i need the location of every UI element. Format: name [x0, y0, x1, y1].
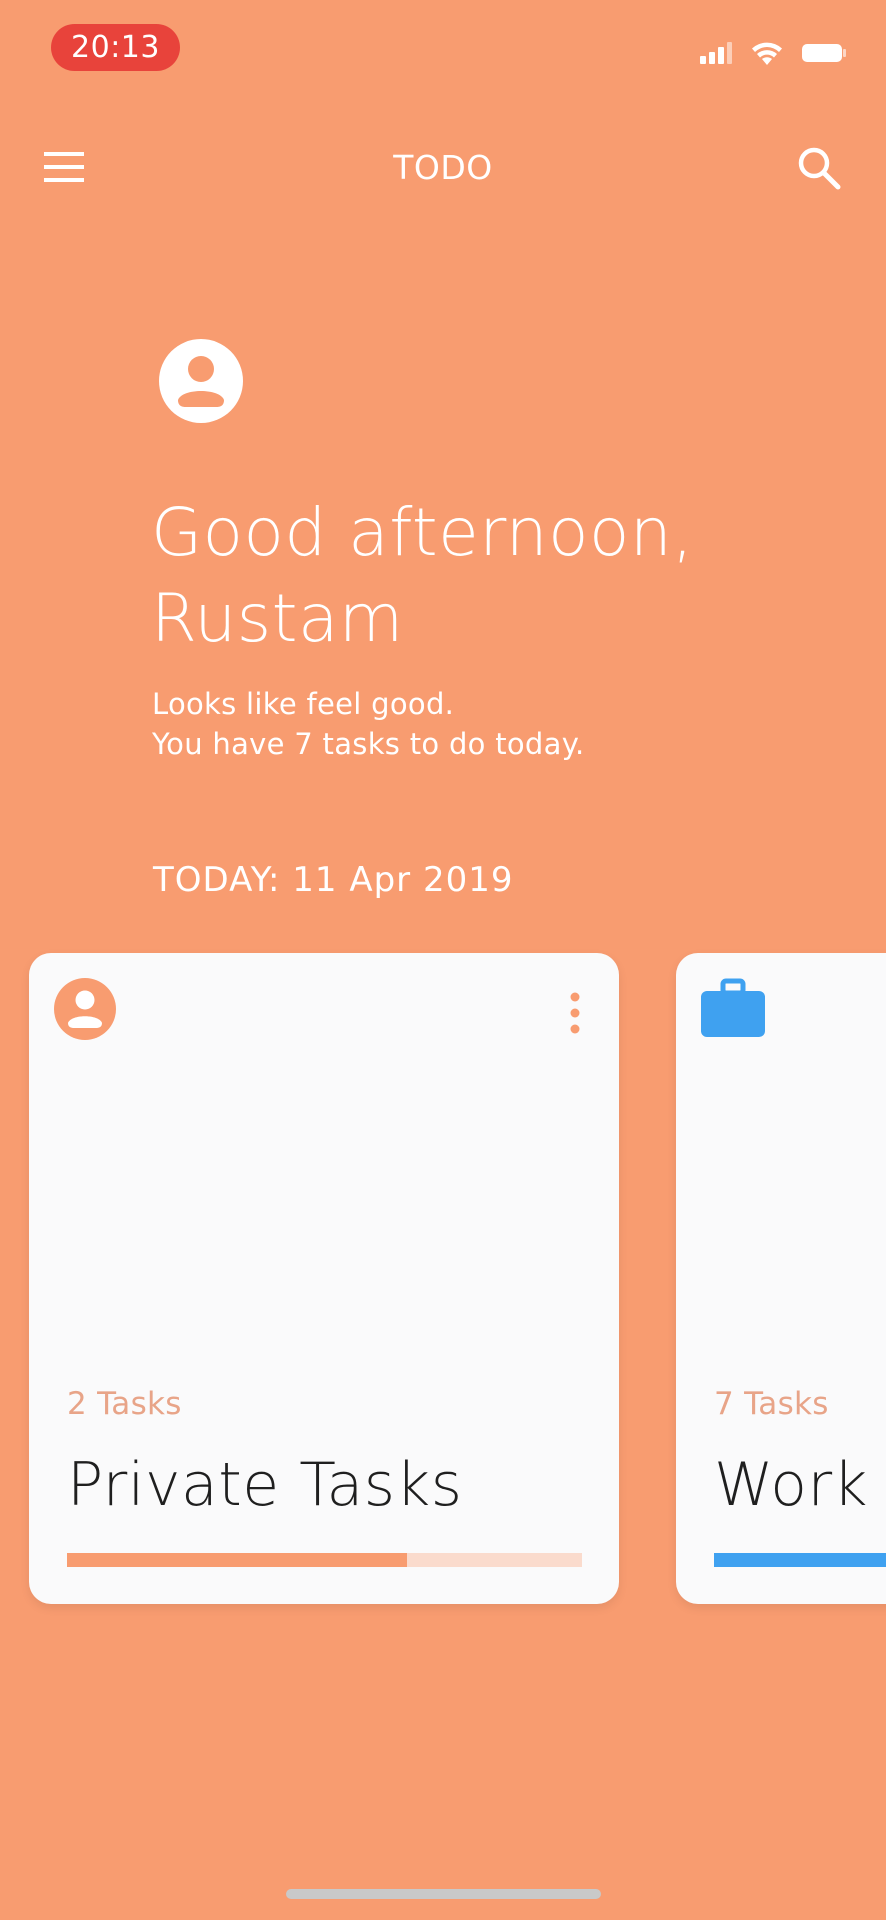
greeting: Good afternoon, Rustam: [151, 490, 851, 662]
home-indicator[interactable]: [286, 1889, 601, 1899]
account-circle-icon: [54, 978, 116, 1040]
battery-icon: [802, 44, 846, 62]
signal-icon: [700, 42, 732, 64]
today-date-label: TODAY: 11 Apr 2019: [153, 860, 514, 900]
screen: 20:13 TODO Good afternoon, Rustam Looks …: [0, 0, 886, 1920]
greeting-subtitle: Looks like feel good. You have 7 tasks t…: [152, 684, 852, 764]
search-icon: [798, 147, 841, 190]
card-progress-bar: [714, 1553, 886, 1567]
wifi-icon: [752, 42, 782, 65]
app-title: TODO: [393, 148, 493, 187]
greeting-line-1: Good afternoon,: [151, 494, 694, 571]
status-icons: [700, 40, 846, 66]
card-progress-bar: [67, 1553, 582, 1567]
more-vert-icon[interactable]: [565, 991, 585, 1035]
search-button[interactable]: [796, 145, 846, 195]
card-progress-fill: [714, 1553, 886, 1567]
subtitle-line-2: You have 7 tasks to do today.: [152, 727, 585, 761]
card-task-count: 7 Tasks: [714, 1386, 829, 1422]
status-time: 20:13: [51, 24, 180, 71]
card-title: Private Tasks: [67, 1450, 463, 1520]
card-progress-fill: [67, 1553, 407, 1567]
greeting-name: Rustam: [151, 580, 404, 657]
briefcase-icon: [701, 978, 765, 1037]
card-task-count: 2 Tasks: [67, 1386, 182, 1422]
subtitle-line-1: Looks like feel good.: [152, 687, 455, 721]
card-title: Work: [714, 1450, 868, 1520]
account-circle-icon: [159, 339, 243, 423]
